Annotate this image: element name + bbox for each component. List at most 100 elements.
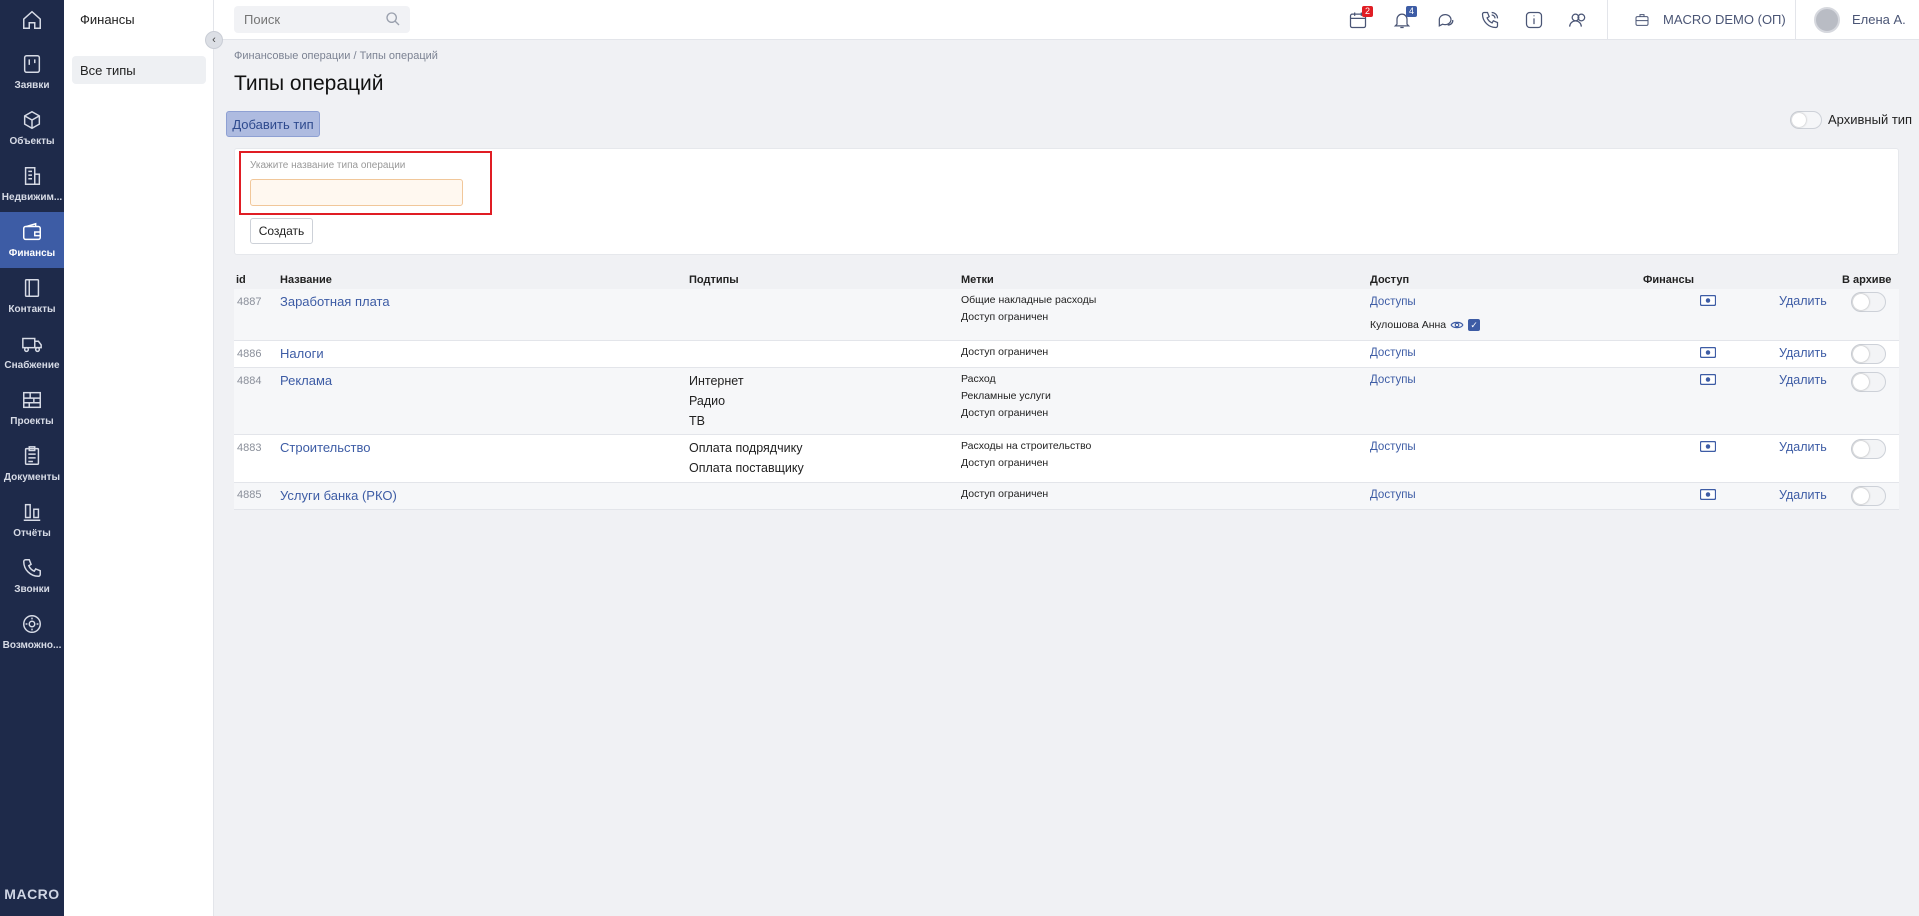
row-tags: Общие накладные расходы Доступ ограничен	[961, 292, 1096, 326]
clipboard-icon	[24, 446, 40, 465]
users-button[interactable]	[1567, 9, 1589, 31]
tag: Доступ ограничен	[961, 311, 1049, 323]
notifications-button[interactable]: 4	[1391, 6, 1417, 31]
row-name-link[interactable]: Заработная плата	[280, 294, 390, 309]
breadcrumb[interactable]: Финансовые операции / Типы операций	[234, 50, 438, 62]
tag: Доступ ограничен	[961, 407, 1049, 419]
contacts-icon	[24, 279, 40, 297]
row-tags: Доступ ограничен	[961, 486, 1048, 503]
rail-item-projects[interactable]: Проекты	[0, 380, 64, 436]
rail-item-reports[interactable]: Отчёты	[0, 492, 64, 548]
archive-toggle[interactable]	[1851, 372, 1886, 392]
company-button-icon[interactable]	[1631, 9, 1653, 31]
row-name-link[interactable]: Строительство	[280, 440, 370, 455]
delete-link[interactable]: Удалить	[1779, 488, 1827, 502]
subtype: Оплата поставщику	[689, 461, 804, 475]
chat-icon	[1438, 14, 1454, 27]
row-name-link[interactable]: Услуги банка (РКО)	[280, 488, 397, 503]
access-link[interactable]: Доступы	[1370, 374, 1416, 386]
money-icon	[1699, 373, 1717, 386]
row-subtypes: Оплата подрядчику Оплата поставщику	[689, 438, 804, 478]
add-type-button[interactable]: Добавить тип	[226, 111, 320, 137]
table-row: 4887 Заработная плата Общие накладные ра…	[234, 289, 1899, 341]
access-link[interactable]: Доступы	[1370, 296, 1416, 308]
access-user-name: Кулошова Анна	[1370, 319, 1447, 331]
type-name-input[interactable]	[250, 179, 463, 206]
finance-cell[interactable]	[1699, 488, 1717, 503]
archive-type-toggle[interactable]	[1790, 111, 1822, 129]
subtype: Радио	[689, 394, 726, 408]
rail-item-features[interactable]: Возможно...	[0, 604, 64, 660]
rail-item-calls[interactable]: Звонки	[0, 548, 64, 604]
section-sidebar: Финансы Все типы	[64, 0, 214, 916]
eye-icon[interactable]	[1450, 318, 1464, 332]
access-link[interactable]: Доступы	[1370, 489, 1416, 501]
create-button[interactable]: Создать	[250, 218, 313, 244]
row-id: 4883	[237, 442, 262, 454]
delete-link[interactable]: Удалить	[1779, 294, 1827, 308]
tag: Расход	[961, 373, 996, 385]
chat-button[interactable]	[1435, 9, 1457, 31]
collapse-sidebar-button[interactable]: ‹	[205, 31, 223, 49]
brand-logo: MACRO	[4, 886, 60, 902]
user-name[interactable]: Елена А.	[1852, 12, 1906, 27]
notifications-badge: 4	[1405, 6, 1417, 17]
rail-label: Документы	[3, 472, 61, 483]
table-row: 4883 Строительство Оплата подрядчику Опл…	[234, 435, 1899, 483]
rail-item-contacts[interactable]: Контакты	[0, 268, 64, 324]
delete-link[interactable]: Удалить	[1779, 440, 1827, 454]
rail-item-supply[interactable]: Снабжение	[0, 324, 64, 380]
table-row: 4884 Реклама Интернет Радио ТВ Расход Ре…	[234, 368, 1899, 435]
column-header-tags: Метки	[961, 274, 994, 286]
kanban-icon	[23, 55, 41, 73]
finance-cell[interactable]	[1699, 440, 1717, 455]
archive-toggle[interactable]	[1851, 439, 1886, 459]
column-header-archive: В архиве	[1842, 274, 1892, 286]
edit-access-checkbox[interactable]: ✓	[1468, 319, 1481, 331]
sidebar-item-all-types[interactable]: Все типы	[72, 56, 206, 84]
rail-label: Звонки	[14, 584, 50, 595]
rail-item-requests[interactable]: Заявки	[0, 44, 64, 100]
access-link[interactable]: Доступы	[1370, 347, 1416, 359]
company-name[interactable]: MACRO DEMO (ОП)	[1663, 12, 1786, 27]
rail-label: Контакты	[8, 304, 56, 315]
rail-item-realty[interactable]: Недвижим...	[0, 156, 64, 212]
calendar-button[interactable]: 2	[1347, 6, 1373, 31]
rail-item-finance[interactable]: Финансы	[0, 212, 64, 268]
tag: Расходы на строительство	[961, 440, 1092, 452]
row-name-link[interactable]: Реклама	[280, 373, 332, 388]
access-link[interactable]: Доступы	[1370, 441, 1416, 453]
row-subtypes: Интернет Радио ТВ	[689, 371, 744, 431]
money-icon	[1699, 294, 1717, 307]
row-tags: Расход Рекламные услуги Доступ ограничен	[961, 371, 1051, 422]
money-icon	[1699, 346, 1717, 359]
rail-label: Объекты	[9, 136, 55, 147]
finance-cell[interactable]	[1699, 294, 1717, 309]
rail-item-objects[interactable]: Объекты	[0, 100, 64, 156]
row-name-link[interactable]: Налоги	[280, 346, 324, 361]
tag: Рекламные услуги	[961, 390, 1051, 402]
column-header-name: Название	[280, 274, 332, 286]
avatar[interactable]	[1814, 7, 1840, 33]
briefcase-icon	[1635, 14, 1649, 26]
column-header-access: Доступ	[1370, 274, 1410, 286]
rail-label: Недвижим...	[1, 192, 63, 203]
subtype: Интернет	[689, 374, 744, 388]
finance-cell[interactable]	[1699, 346, 1717, 361]
chevron-left-icon: ‹	[212, 34, 216, 46]
archive-toggle[interactable]	[1851, 486, 1886, 506]
tag: Общие накладные расходы	[961, 294, 1097, 306]
main-nav-rail: Заявки Объекты Недвижим... Финансы Конта…	[0, 0, 64, 916]
delete-link[interactable]: Удалить	[1779, 346, 1827, 360]
search-input[interactable]	[234, 6, 410, 33]
info-button[interactable]	[1523, 9, 1545, 31]
finance-cell[interactable]	[1699, 373, 1717, 388]
delete-link[interactable]: Удалить	[1779, 373, 1827, 387]
archive-toggle[interactable]	[1851, 344, 1886, 364]
home-button[interactable]	[0, 0, 64, 40]
tag: Доступ ограничен	[961, 457, 1049, 469]
rail-item-documents[interactable]: Документы	[0, 436, 64, 492]
search-icon[interactable]	[385, 11, 401, 27]
calls-button[interactable]	[1479, 9, 1501, 31]
archive-toggle[interactable]	[1851, 292, 1886, 312]
